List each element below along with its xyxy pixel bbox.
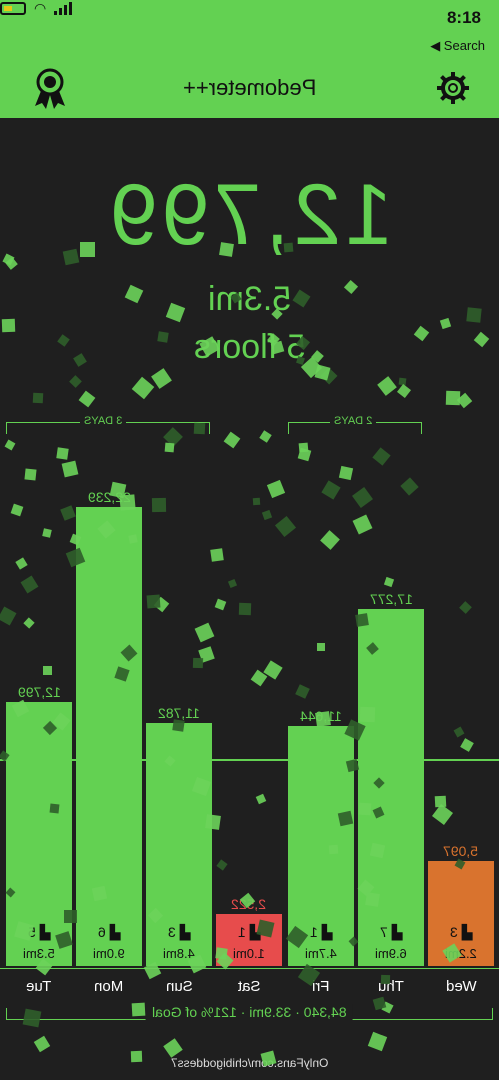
watermark-text: OnlyFans.com/chibigoddess7 xyxy=(170,1056,329,1070)
weekly-summary: 84,340 · 33.9mi · 121% of Goal xyxy=(0,1004,499,1020)
gear-icon[interactable] xyxy=(435,70,471,106)
confetti-piece xyxy=(43,666,52,675)
day-label-thu: Thu xyxy=(378,978,404,995)
confetti-piece xyxy=(328,844,339,855)
confetti-piece xyxy=(192,657,204,669)
bar-distance-label: 9.0mi xyxy=(93,946,125,961)
confetti-piece xyxy=(62,248,80,266)
confetti-piece xyxy=(219,242,234,257)
confetti-piece xyxy=(151,368,172,389)
day-label-mon: Mon xyxy=(94,978,124,995)
confetti-piece xyxy=(377,376,397,396)
day-label-wed: Wed xyxy=(445,978,477,995)
confetti-piece xyxy=(131,376,155,400)
confetti-piece xyxy=(445,390,461,406)
day-label-tue: Tue xyxy=(26,978,52,995)
bar-floors-label: ▟ 6 xyxy=(97,924,121,940)
app-title: Pedometer++ xyxy=(182,75,317,100)
confetti-piece xyxy=(466,307,482,323)
confetti-piece xyxy=(32,392,44,404)
day-label-sat: Sat xyxy=(237,978,261,995)
signal-icon xyxy=(54,2,73,15)
streak-label-right: 2 DAYS xyxy=(330,415,377,427)
confetti-piece xyxy=(128,534,138,544)
header-bar: ◠ 8:18 ◀ Search Pedometer++ xyxy=(0,0,499,118)
confetti-piece xyxy=(380,974,391,985)
confetti-piece xyxy=(157,331,169,343)
steps-bar-chart[interactable]: 3 DAYS 2 DAYS 12,799 ▟ 5 5.3mi Tue 22,239 ▟ 6… xyxy=(0,400,499,1040)
bar-value-label: 5,097 xyxy=(443,843,479,859)
goal-line xyxy=(0,759,499,761)
streak-label-left: 3 DAYS xyxy=(80,415,127,427)
confetti-piece xyxy=(355,613,369,627)
today-distance: 5.3mi xyxy=(207,280,292,318)
confetti-piece xyxy=(338,465,354,481)
confetti-piece xyxy=(252,497,261,506)
confetti-piece xyxy=(365,892,380,907)
confetti-piece xyxy=(172,719,185,732)
confetti-piece xyxy=(369,842,386,859)
confetti-piece xyxy=(91,885,108,902)
confetti-piece xyxy=(22,1008,42,1028)
back-to-search-link[interactable]: ◀ Search xyxy=(430,38,485,54)
status-time: 8:18 xyxy=(446,8,481,27)
confetti-piece xyxy=(163,1038,183,1058)
confetti-piece xyxy=(146,594,161,609)
confetti-piece xyxy=(164,442,175,453)
bar-value-label: 17,277 xyxy=(369,591,413,607)
bar-distance-label: 5.3mi xyxy=(23,946,55,961)
bar-distance-label: 6.9mi xyxy=(375,946,407,961)
confetti-piece xyxy=(49,803,60,814)
bar-mon[interactable] xyxy=(76,507,142,966)
confetti-piece xyxy=(283,242,294,253)
status-icons: ◠ xyxy=(0,0,499,17)
bar-floors-label: ▟ 3 xyxy=(449,924,473,940)
confetti-piece xyxy=(337,810,354,827)
confetti-piece xyxy=(238,602,252,616)
confetti-piece xyxy=(210,548,224,562)
confetti-piece xyxy=(315,711,331,727)
bar-floors-label: ▟ 7 xyxy=(379,924,403,940)
confetti-piece xyxy=(359,706,376,723)
wifi-icon: ◠ xyxy=(34,0,47,16)
bar-thu[interactable] xyxy=(358,609,424,966)
confetti-piece xyxy=(69,375,82,388)
confetti-piece xyxy=(396,383,412,399)
confetti-piece xyxy=(131,1002,146,1017)
confetti-piece xyxy=(130,1050,143,1063)
confetti-piece xyxy=(64,910,77,923)
bar-value-label: 12,799 xyxy=(17,684,61,700)
confetti-piece xyxy=(317,643,325,651)
confetti-piece xyxy=(24,468,37,481)
confetti-piece xyxy=(205,814,221,830)
confetti-piece xyxy=(119,494,136,511)
axis-line xyxy=(0,968,499,969)
confetti-piece xyxy=(215,947,228,960)
confetti-piece xyxy=(80,242,95,257)
confetti-piece xyxy=(151,497,167,513)
bar-floors-label: ▟ 3 xyxy=(167,924,191,940)
day-label-sun: Sun xyxy=(165,978,193,995)
day-label-fri: Fri xyxy=(312,978,330,995)
confetti-piece xyxy=(358,802,372,816)
confetti-piece xyxy=(193,422,206,435)
confetti-piece xyxy=(1,318,16,333)
battery-icon xyxy=(0,2,26,15)
bar-value-label: 11,782 xyxy=(158,705,200,721)
confetti-piece xyxy=(56,447,69,460)
